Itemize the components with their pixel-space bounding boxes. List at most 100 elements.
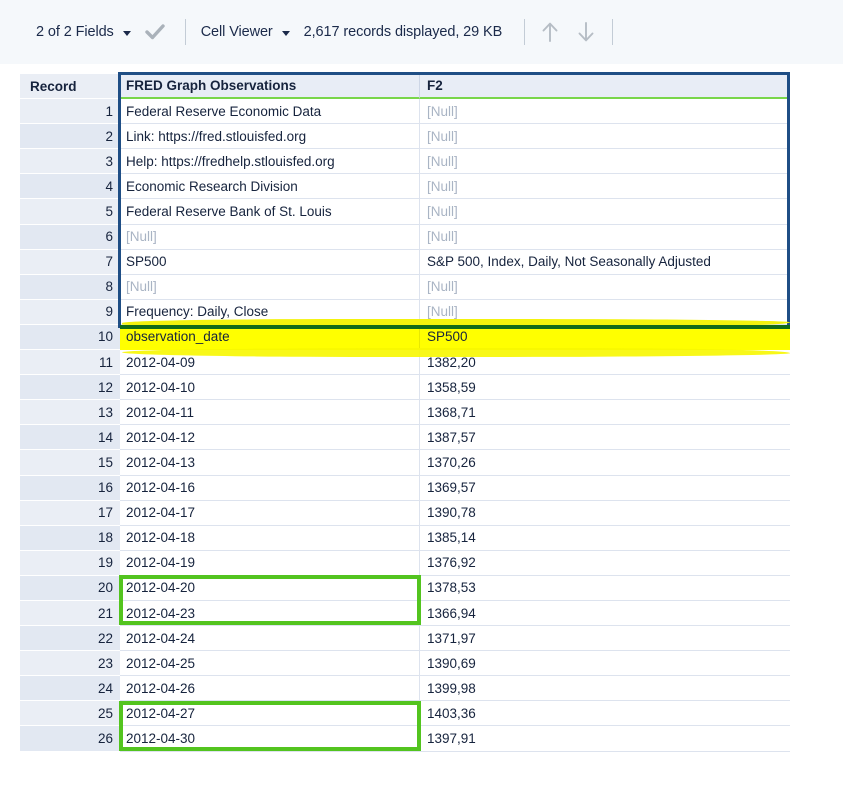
cell-fred-graph-observations[interactable]: 2012-04-25 — [120, 651, 420, 677]
table-row[interactable]: 9 Frequency: Daily, Close [Null] — [20, 299, 790, 325]
cell-fred-graph-observations[interactable]: Link: https://fred.stlouisfed.org — [120, 124, 420, 150]
cell-f2[interactable]: 1385,14 — [420, 525, 790, 551]
cell-f2[interactable]: 1382,20 — [420, 350, 790, 376]
table-row[interactable]: 7 SP500 S&P 500, Index, Daily, Not Seasona… — [20, 249, 790, 275]
row-record-number[interactable]: 23 — [20, 651, 120, 677]
table-row[interactable]: 26 2012-04-30 1397,91 — [20, 726, 790, 752]
table-row[interactable]: 1 Federal Reserve Economic Data [Null] — [20, 99, 790, 125]
cell-f2[interactable]: 1403,36 — [420, 701, 790, 727]
table-row[interactable]: 16 2012-04-16 1369,57 — [20, 475, 790, 501]
cell-fred-graph-observations[interactable]: 2012-04-10 — [120, 375, 420, 401]
cell-fred-graph-observations[interactable]: Economic Research Division — [120, 174, 420, 200]
row-record-number[interactable]: 6 — [20, 224, 120, 250]
table-row[interactable]: 6 [Null] [Null] — [20, 224, 790, 250]
table-row[interactable]: 2 Link: https://fred.stlouisfed.org [Null] — [20, 124, 790, 150]
cell-f2[interactable]: 1369,57 — [420, 475, 790, 501]
column-header-fred-graph-observations[interactable]: FRED Graph Observations — [120, 74, 420, 100]
cell-fred-graph-observations[interactable]: 2012-04-26 — [120, 676, 420, 702]
cell-f2[interactable]: [Null] — [420, 174, 790, 200]
cell-f2[interactable]: [Null] — [420, 124, 790, 150]
row-record-number[interactable]: 25 — [20, 701, 120, 727]
cell-fred-graph-observations[interactable]: 2012-04-19 — [120, 550, 420, 576]
cell-f2[interactable]: 1376,92 — [420, 550, 790, 576]
row-record-number[interactable]: 14 — [20, 425, 120, 451]
table-row[interactable]: 10 observation_date SP500 — [20, 324, 790, 351]
table-row[interactable]: 8 [Null] [Null] — [20, 274, 790, 300]
fields-selector[interactable]: 2 of 2 Fields — [36, 0, 131, 64]
cell-fred-graph-observations[interactable]: 2012-04-30 — [120, 726, 420, 752]
row-record-number[interactable]: 13 — [20, 400, 120, 426]
cell-fred-graph-observations[interactable]: 2012-04-23 — [120, 600, 420, 627]
cell-fred-graph-observations[interactable]: 2012-04-17 — [120, 500, 420, 526]
table-row[interactable]: 20 2012-04-20 1378,53 — [20, 575, 790, 601]
row-record-number[interactable]: 3 — [20, 149, 120, 175]
cell-fred-graph-observations[interactable]: 2012-04-09 — [120, 350, 420, 376]
cell-fred-graph-observations[interactable]: [Null] — [120, 224, 420, 250]
table-row[interactable]: 4 Economic Research Division [Null] — [20, 174, 790, 200]
cell-f2[interactable]: 1378,53 — [420, 575, 790, 601]
column-header-record[interactable]: Record — [20, 74, 120, 100]
table-row[interactable]: 22 2012-04-24 1371,97 — [20, 626, 790, 652]
cell-fred-graph-observations[interactable]: Help: https://fredhelp.stlouisfed.org — [120, 149, 420, 175]
cell-fred-graph-observations[interactable]: Frequency: Daily, Close — [120, 299, 420, 325]
cell-viewer-selector[interactable]: Cell Viewer — [201, 0, 290, 64]
cell-f2[interactable]: [Null] — [420, 274, 790, 300]
table-row[interactable]: 14 2012-04-12 1387,57 — [20, 425, 790, 451]
cell-fred-graph-observations[interactable]: SP500 — [120, 249, 420, 275]
arrow-down-icon[interactable] — [576, 20, 596, 44]
row-record-number[interactable]: 16 — [20, 475, 120, 501]
row-record-number[interactable]: 18 — [20, 525, 120, 551]
row-record-number[interactable]: 11 — [20, 350, 120, 376]
cell-fred-graph-observations[interactable]: 2012-04-27 — [120, 701, 420, 727]
cell-f2[interactable]: 1390,78 — [420, 500, 790, 526]
row-record-number[interactable]: 26 — [20, 726, 120, 752]
cell-f2[interactable]: [Null] — [420, 99, 790, 125]
table-row[interactable]: 23 2012-04-25 1390,69 — [20, 651, 790, 677]
row-record-number[interactable]: 15 — [20, 450, 120, 476]
chevron-down-icon[interactable] — [281, 30, 290, 36]
row-record-number[interactable]: 8 — [20, 274, 120, 300]
table-row[interactable]: 25 2012-04-27 1403,36 — [20, 701, 790, 727]
cell-fred-graph-observations[interactable]: [Null] — [120, 274, 420, 300]
cell-fred-graph-observations[interactable]: 2012-04-24 — [120, 626, 420, 652]
cell-f2[interactable]: [Null] — [420, 199, 790, 225]
cell-f2[interactable]: SP500 — [420, 324, 790, 351]
arrow-up-icon[interactable] — [540, 20, 560, 44]
cell-fred-graph-observations[interactable]: 2012-04-12 — [120, 425, 420, 451]
row-record-number[interactable]: 2 — [20, 124, 120, 150]
row-record-number[interactable]: 4 — [20, 174, 120, 200]
row-record-number[interactable]: 22 — [20, 626, 120, 652]
column-header-f2[interactable]: F2 — [420, 74, 790, 100]
cell-f2[interactable]: S&P 500, Index, Daily, Not Seasonally Ad… — [420, 249, 790, 275]
chevron-down-icon[interactable] — [122, 30, 131, 36]
table-row[interactable]: 5 Federal Reserve Bank of St. Louis [Null] — [20, 199, 790, 225]
row-record-number[interactable]: 20 — [20, 575, 120, 601]
cell-fred-graph-observations[interactable]: Federal Reserve Economic Data — [120, 99, 420, 125]
table-row[interactable]: 15 2012-04-13 1370,26 — [20, 450, 790, 476]
cell-f2[interactable]: 1371,97 — [420, 626, 790, 652]
row-record-number[interactable]: 9 — [20, 299, 120, 325]
cell-fred-graph-observations[interactable]: 2012-04-13 — [120, 450, 420, 476]
row-record-number[interactable]: 5 — [20, 199, 120, 225]
row-record-number[interactable]: 10 — [20, 324, 120, 351]
checkmark-icon[interactable] — [144, 23, 165, 41]
cell-fred-graph-observations[interactable]: observation_date — [120, 324, 420, 351]
table-row[interactable]: 12 2012-04-10 1358,59 — [20, 375, 790, 401]
cell-fred-graph-observations[interactable]: 2012-04-11 — [120, 400, 420, 426]
table-row[interactable]: 24 2012-04-26 1399,98 — [20, 676, 790, 702]
cell-f2[interactable]: 1387,57 — [420, 425, 790, 451]
cell-f2[interactable]: [Null] — [420, 149, 790, 175]
row-record-number[interactable]: 24 — [20, 676, 120, 702]
cell-fred-graph-observations[interactable]: 2012-04-20 — [120, 575, 420, 601]
row-record-number[interactable]: 17 — [20, 500, 120, 526]
row-record-number[interactable]: 1 — [20, 99, 120, 125]
cell-f2[interactable]: 1368,71 — [420, 400, 790, 426]
table-row[interactable]: 3 Help: https://fredhelp.stlouisfed.org [N… — [20, 149, 790, 175]
row-record-number[interactable]: 7 — [20, 249, 120, 275]
table-row[interactable]: 21 2012-04-23 1366,94 — [20, 600, 790, 627]
cell-f2[interactable]: [Null] — [420, 299, 790, 325]
cell-f2[interactable]: 1397,91 — [420, 726, 790, 752]
cell-fred-graph-observations[interactable]: 2012-04-16 — [120, 475, 420, 501]
row-record-number[interactable]: 19 — [20, 550, 120, 576]
cell-f2[interactable]: 1370,26 — [420, 450, 790, 476]
